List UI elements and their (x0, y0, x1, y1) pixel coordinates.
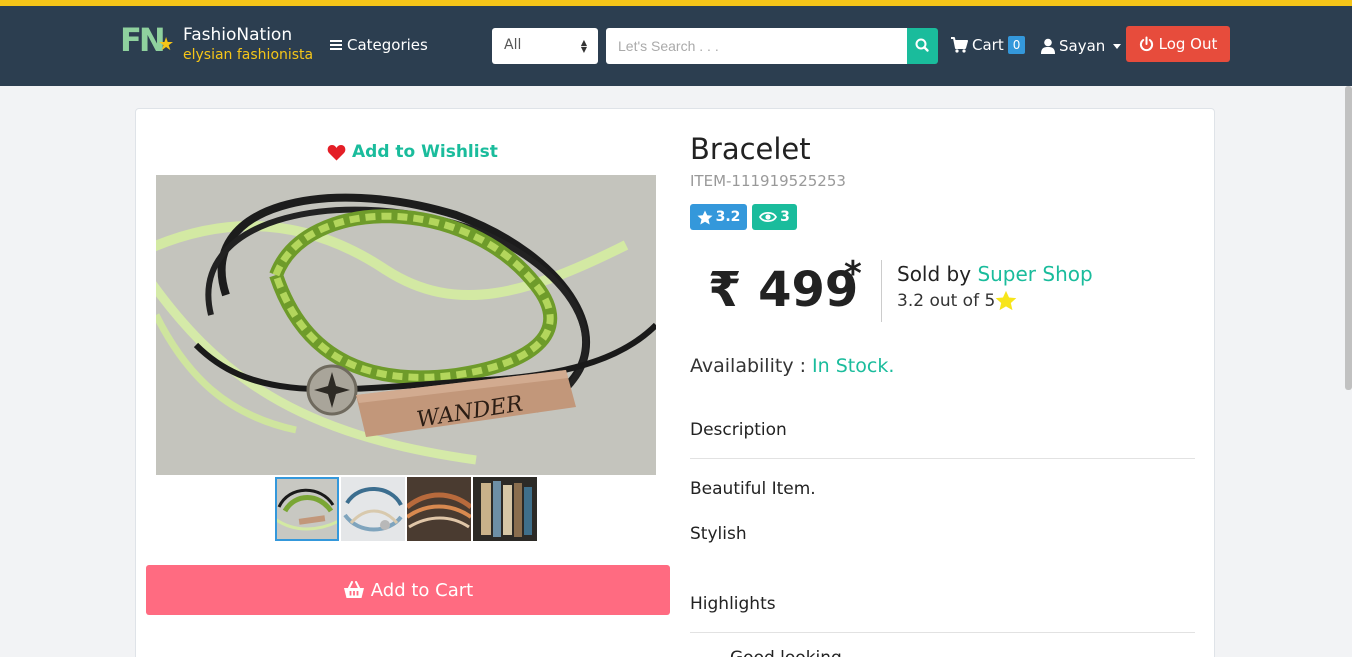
highlight-item: Good looking (730, 648, 842, 657)
category-filter-value: All (504, 37, 522, 53)
thumbnail-4[interactable] (473, 477, 537, 541)
user-menu[interactable]: Sayan (1041, 37, 1122, 55)
chevron-down-icon (1113, 43, 1122, 49)
thumbnail-2[interactable] (341, 477, 405, 541)
add-to-wishlist-button[interactable]: Add to Wishlist (327, 142, 498, 162)
heart-icon (327, 144, 346, 160)
item-code: ITEM-111919525253 (690, 172, 846, 190)
price-asterisk: * (844, 254, 862, 294)
sold-by-text: Sold by Super Shop (897, 262, 1093, 286)
search-button[interactable] (907, 28, 938, 64)
shopping-cart-icon (951, 37, 968, 53)
categories-label: Categories (347, 36, 428, 54)
cart-count-badge: 0 (1007, 36, 1026, 54)
user-icon (1041, 38, 1055, 54)
star-icon (995, 290, 1017, 311)
brand-name[interactable]: FashioNation (183, 25, 292, 45)
eye-icon (759, 211, 778, 223)
cart-label: Cart (972, 36, 1004, 54)
description-line: Beautiful Item. (690, 479, 816, 499)
user-name: Sayan (1059, 37, 1106, 55)
star-icon (697, 210, 713, 224)
wishlist-label: Add to Wishlist (352, 142, 498, 162)
logo-mark: FN (120, 21, 166, 59)
seller-rating-text: 3.2 out of 5 (897, 290, 996, 311)
description-divider (690, 458, 1195, 459)
power-icon (1139, 36, 1153, 52)
seller-link[interactable]: Super Shop (977, 262, 1092, 286)
product-price: ₹ 499 (708, 262, 859, 318)
thumbnail-1[interactable] (275, 477, 339, 541)
highlights-divider (690, 632, 1195, 633)
logout-label: Log Out (1158, 35, 1218, 53)
logout-button[interactable]: Log Out (1126, 26, 1230, 62)
thumbnail-3[interactable] (407, 477, 471, 541)
search-input[interactable] (606, 28, 908, 64)
availability-label: Availability : (690, 355, 813, 377)
description-heading: Description (690, 420, 787, 440)
brand-tagline: elysian fashionista (183, 47, 314, 63)
description-line: Stylish (690, 524, 747, 544)
availability: Availability : In Stock. (690, 355, 894, 377)
categories-menu[interactable]: Categories (330, 36, 428, 54)
rating-badge: 3.2 (690, 204, 747, 230)
availability-status: In Stock. (812, 355, 895, 377)
select-arrows-icon: ▲ ▼ (580, 38, 587, 54)
highlights-heading: Highlights (690, 594, 776, 614)
seller-rating: 3.2 out of 5 (897, 290, 1017, 311)
product-main-image[interactable]: WANDER (156, 175, 656, 475)
product-title: Bracelet (690, 132, 811, 166)
brand-logo[interactable]: FN ★ (120, 22, 178, 62)
page-scrollbar[interactable] (1345, 86, 1352, 390)
search-icon (915, 38, 929, 52)
cart-link[interactable]: Cart 0 (950, 36, 1026, 54)
basket-icon (343, 581, 364, 598)
rating-badge-value: 3.2 (715, 209, 741, 225)
add-to-cart-button[interactable]: Add to Cart (146, 565, 670, 615)
category-filter-select[interactable]: All ▲ ▼ (492, 28, 598, 64)
views-badge: 3 (752, 204, 797, 230)
add-to-cart-label: Add to Cart (370, 579, 474, 601)
sold-by-prefix: Sold by (897, 262, 978, 286)
views-badge-value: 3 (780, 209, 790, 225)
star-icon: ★ (158, 34, 175, 55)
price-divider (881, 260, 882, 322)
hamburger-icon (330, 40, 342, 50)
